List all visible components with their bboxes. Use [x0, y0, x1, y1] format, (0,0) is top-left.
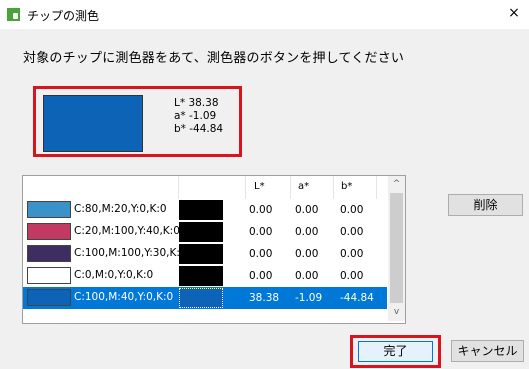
chip-list[interactable]: L* a* b* C:80,M:20,Y:0,K:0 0.00 0.00 0.00 C:… [22, 175, 406, 324]
a-value: 0.00 [295, 226, 319, 238]
cancel-button[interactable]: キャンセル [451, 340, 524, 362]
a-value: 0.00 [295, 204, 319, 216]
header-b[interactable]: b* [341, 181, 352, 192]
window-title: チップの測色 [27, 9, 100, 23]
measured-a-value: a* -1.09 [174, 110, 217, 122]
measured-lab-values: L* 38.38 a* -1.09 b* -44.84 [174, 97, 223, 136]
measured-swatch [179, 244, 223, 264]
table-row[interactable]: C:20,M:100,Y:40,K:0 0.00 0.00 0.00 [23, 221, 387, 243]
list-header: L* a* b* [23, 176, 387, 199]
chip-color-swatch [27, 289, 71, 306]
done-button[interactable]: 完了 [358, 341, 433, 362]
cmyk-label: C:100,M:100,Y:30,K:0 [74, 247, 187, 259]
cmyk-label: C:0,M:0,Y:0,K:0 [74, 269, 154, 281]
a-value: 0.00 [295, 248, 319, 260]
delete-button[interactable]: 削除 [448, 194, 523, 216]
b-value: 0.00 [340, 226, 364, 238]
measured-swatch [179, 288, 223, 308]
instruction-text: 対象のチップに測色器をあて、測色器のボタンを押してください [23, 51, 405, 66]
l-value: 0.00 [249, 204, 273, 216]
table-row[interactable]: C:80,M:20,Y:0,K:0 0.00 0.00 0.00 [23, 199, 387, 221]
chip-color-swatch [27, 201, 71, 218]
measured-swatch [179, 200, 223, 220]
b-value: 0.00 [340, 248, 364, 260]
close-button[interactable]: × [499, 0, 529, 29]
header-a[interactable]: a* [298, 181, 309, 192]
a-value: 0.00 [295, 270, 319, 282]
table-row[interactable]: C:100,M:100,Y:30,K:0 0.00 0.00 0.00 [23, 243, 387, 265]
l-value: 0.00 [249, 248, 273, 260]
b-value: 0.00 [340, 204, 364, 216]
chip-color-swatch [27, 245, 71, 262]
l-value: 0.00 [249, 270, 273, 282]
scroll-down-icon[interactable]: v [388, 304, 405, 321]
table-row[interactable]: C:0,M:0,Y:0,K:0 0.00 0.00 0.00 [23, 265, 387, 287]
measured-l-value: L* 38.38 [174, 97, 219, 109]
measured-color-swatch [43, 95, 143, 152]
cmyk-label: C:100,M:40,Y:0,K:0 [74, 291, 174, 303]
measured-b-value: b* -44.84 [174, 123, 224, 135]
b-value: 0.00 [340, 270, 364, 282]
vertical-scrollbar[interactable]: ^ v [388, 176, 405, 321]
app-icon [7, 8, 20, 21]
chip-color-swatch [27, 223, 71, 240]
measured-swatch [179, 222, 223, 242]
a-value: -1.09 [295, 292, 323, 304]
scroll-thumb[interactable] [390, 193, 403, 303]
done-button-highlight: 完了 [350, 335, 441, 368]
measured-swatch [179, 266, 223, 286]
measurement-preview: L* 38.38 a* -1.09 b* -44.84 [33, 86, 242, 157]
b-value: -44.84 [340, 292, 374, 304]
cmyk-label: C:20,M:100,Y:40,K:0 [74, 225, 180, 237]
l-value: 0.00 [249, 226, 273, 238]
table-row[interactable]: C:100,M:40,Y:0,K:0 38.38 -1.09 -44.84 [23, 287, 387, 309]
chip-color-swatch [27, 267, 71, 284]
cmyk-label: C:80,M:20,Y:0,K:0 [74, 203, 167, 215]
l-value: 38.38 [249, 292, 280, 304]
title-bar: チップの測色 × [0, 0, 529, 29]
dialog-window: チップの測色 × 対象のチップに測色器をあて、測色器のボタンを押してください L… [0, 0, 529, 369]
header-l[interactable]: L* [254, 181, 265, 192]
scroll-up-icon[interactable]: ^ [388, 176, 405, 193]
